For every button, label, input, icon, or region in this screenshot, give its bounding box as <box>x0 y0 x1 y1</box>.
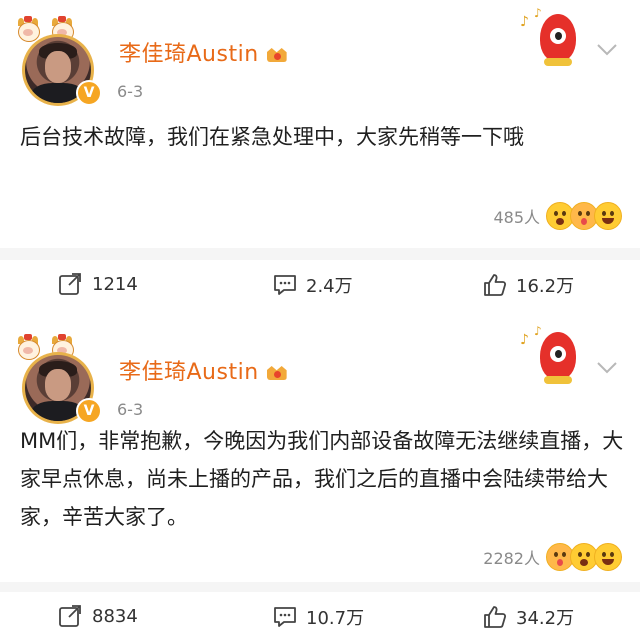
comment-button[interactable]: 10.7万 <box>272 604 364 630</box>
weibo-post: V 李佳琦Austin 6-3 ♪ ♪ 后台技术故障，我们在紧急处理中，大家先稍等… <box>0 0 640 318</box>
like-count: 34.2万 <box>516 608 575 629</box>
forward-button[interactable]: 8834 <box>58 604 138 628</box>
comment-button[interactable]: 2.4万 <box>272 272 353 298</box>
like-button[interactable]: 34.2万 <box>482 604 574 630</box>
weibo-post: V 李佳琦Austin 6-3 ♪ ♪ MM们，非常抱歉，今晚因为我们内部设备故障… <box>0 318 640 640</box>
cow-decoration-icon <box>14 16 42 42</box>
thumbs-up-icon <box>484 606 507 628</box>
post-date: 6-3 <box>117 82 144 101</box>
laugh-emoji-icon <box>594 202 622 230</box>
mascot-icon: ♪ ♪ <box>520 324 580 386</box>
reaction-count: 2282人 <box>483 549 540 568</box>
reaction-summary[interactable]: 485人 <box>493 202 622 230</box>
cow-decoration-icon <box>14 334 42 360</box>
crown-icon <box>265 42 289 62</box>
post-date: 6-3 <box>117 400 144 419</box>
action-bar: 8834 10.7万 34.2万 <box>0 604 640 638</box>
chevron-down-icon[interactable] <box>594 36 620 62</box>
forward-count: 8834 <box>92 605 138 627</box>
forward-button[interactable]: 1214 <box>58 272 138 296</box>
share-icon <box>59 273 81 295</box>
avatar[interactable]: V <box>14 14 106 106</box>
divider <box>0 248 640 260</box>
comment-count: 10.7万 <box>306 608 365 629</box>
post-content: 后台技术故障，我们在紧急处理中，大家先稍等一下哦 <box>20 125 524 149</box>
chevron-down-icon[interactable] <box>594 354 620 380</box>
author-name[interactable]: 李佳琦Austin <box>119 36 259 68</box>
reaction-count: 485人 <box>493 208 540 227</box>
reaction-summary[interactable]: 2282人 <box>483 543 622 571</box>
post-content: MM们，非常抱歉，今晚因为我们内部设备故障无法继续直播，大家早点休息，尚未上播的… <box>20 429 624 529</box>
like-button[interactable]: 16.2万 <box>482 272 574 298</box>
share-icon <box>59 605 81 627</box>
comment-icon <box>274 275 296 295</box>
like-count: 16.2万 <box>516 276 575 297</box>
action-bar: 1214 2.4万 16.2万 <box>0 272 640 306</box>
crown-icon <box>265 360 289 380</box>
avatar[interactable]: V <box>14 332 106 424</box>
laugh-emoji-icon <box>594 543 622 571</box>
thumbs-up-icon <box>484 274 507 296</box>
forward-count: 1214 <box>92 273 138 295</box>
comment-icon <box>274 607 296 627</box>
author-name[interactable]: 李佳琦Austin <box>119 354 259 386</box>
comment-count: 2.4万 <box>306 276 353 297</box>
verified-badge-icon: V <box>76 398 102 424</box>
mascot-icon: ♪ ♪ <box>520 6 580 68</box>
verified-badge-icon: V <box>76 80 102 106</box>
divider <box>0 582 640 592</box>
